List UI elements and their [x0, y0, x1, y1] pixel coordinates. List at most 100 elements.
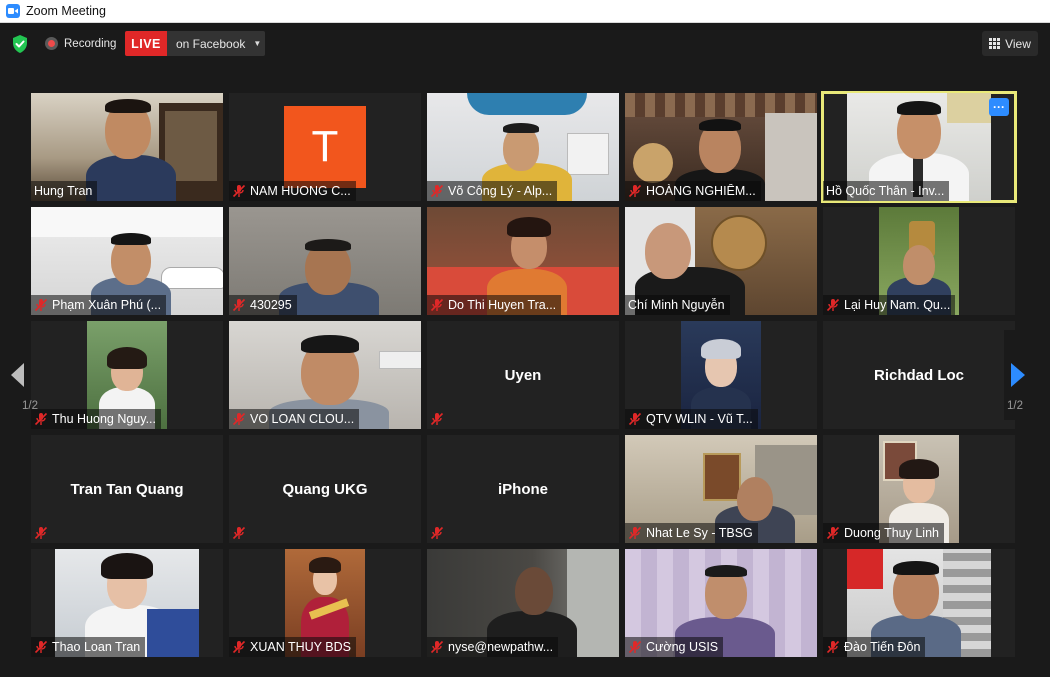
- mic-off-icon: [826, 298, 840, 312]
- participant-name: Phạm Xuân Phú (...: [52, 298, 162, 312]
- participant-name: 430295: [250, 298, 292, 312]
- participant-display-name: Uyen: [504, 366, 542, 384]
- participant-name-label: Cường USIS: [625, 637, 724, 657]
- participant-name-label: NAM HUONG C...: [229, 181, 356, 201]
- participant-name: Đào Tiến Đôn: [844, 640, 921, 654]
- mic-off-icon: [628, 412, 642, 426]
- view-label: View: [1005, 36, 1031, 51]
- participant-name-label: Duong Thuy Linh: [823, 523, 944, 543]
- participant-name: Cường USIS: [646, 640, 719, 654]
- participant-tile[interactable]: Phạm Xuân Phú (...: [31, 207, 223, 315]
- participant-tile[interactable]: Chí Minh Nguyễn: [625, 207, 817, 315]
- participant-tile[interactable]: Hung Tran: [31, 93, 223, 201]
- mic-off-icon: [34, 640, 48, 654]
- participant-tile[interactable]: T NAM HUONG C...: [229, 93, 421, 201]
- participant-name: Võ Công Lý - Alp...: [448, 184, 553, 198]
- participant-tile[interactable]: Nhat Le Sy - TBSG: [625, 435, 817, 543]
- participant-tile[interactable]: Thu Huong Nguy...: [31, 321, 223, 429]
- participant-avatar: T: [284, 106, 366, 188]
- participant-tile-active-speaker[interactable]: ··· Hồ Quốc Thân - Inv...: [821, 91, 1017, 203]
- participant-tile[interactable]: 430295: [229, 207, 421, 315]
- gallery-view: Hung Tran T NAM HUONG C... Võ Công Lý - …: [0, 65, 1050, 677]
- mic-off-icon: [34, 298, 48, 312]
- participant-name: nyse@newpathw...: [448, 640, 554, 654]
- participant-name-label: Do Thi Huyen Tra...: [427, 295, 562, 315]
- page-indicator-left: 1/2: [22, 400, 38, 412]
- participant-name-label: HOÀNG NGHIÊM...: [625, 181, 761, 201]
- participant-name-label: Hồ Quốc Thân - Inv...: [823, 181, 950, 201]
- participant-name: NAM HUONG C...: [250, 184, 351, 198]
- mic-off-icon: [430, 640, 444, 654]
- participant-name: QTV WLIN - Vũ T...: [646, 412, 753, 426]
- dropdown-caret-icon: ▼: [253, 39, 262, 48]
- stream-target-label: on Facebook: [176, 36, 246, 51]
- mic-off-icon: [430, 184, 444, 198]
- participant-name-label: Thao Loan Tran: [31, 637, 146, 657]
- participant-name-label: VO LOAN CLOU...: [229, 409, 360, 429]
- participant-name-label: Võ Công Lý - Alp...: [427, 181, 558, 201]
- participant-tile[interactable]: Do Thi Huyen Tra...: [427, 207, 619, 315]
- zoom-app-icon: [6, 4, 20, 18]
- participant-tile[interactable]: VO LOAN CLOU...: [229, 321, 421, 429]
- security-shield-icon[interactable]: [10, 34, 30, 54]
- mic-off-icon: [430, 298, 444, 312]
- participant-name-label: Nhat Le Sy - TBSG: [625, 523, 758, 543]
- mic-off-icon: [628, 184, 642, 198]
- grid-view-icon: [989, 38, 1001, 49]
- participant-name-label: Lại Huy Nam. Qu...: [823, 295, 956, 315]
- participant-tile[interactable]: Richdad Loc: [823, 321, 1015, 429]
- participant-name-label: Hung Tran: [31, 181, 98, 201]
- recording-indicator[interactable]: Recording: [45, 37, 116, 50]
- participant-display-name: Richdad Loc: [873, 366, 964, 384]
- meeting-top-toolbar: Recording LIVE on Facebook ▼ View: [0, 23, 1050, 65]
- recording-label: Recording: [64, 37, 117, 50]
- participant-name: Nhat Le Sy - TBSG: [646, 526, 753, 540]
- participant-tile[interactable]: XUAN THUY BDS: [229, 549, 421, 657]
- mic-off-icon: [628, 640, 642, 654]
- participant-name-label: [427, 523, 453, 543]
- participant-tile[interactable]: Duong Thuy Linh: [823, 435, 1015, 543]
- participant-tile[interactable]: HOÀNG NGHIÊM...: [625, 93, 817, 201]
- participant-tile[interactable]: QTV WLIN - Vũ T...: [625, 321, 817, 429]
- mic-off-icon: [232, 184, 246, 198]
- participant-name: Thu Huong Nguy...: [52, 412, 156, 426]
- participant-name: Thao Loan Tran: [52, 640, 141, 654]
- view-button[interactable]: View: [982, 31, 1038, 56]
- participant-tile[interactable]: Võ Công Lý - Alp...: [427, 93, 619, 201]
- mic-off-icon: [430, 526, 444, 540]
- participant-name: XUAN THUY BDS: [250, 640, 351, 654]
- participant-tile[interactable]: iPhone: [427, 435, 619, 543]
- live-stream-dropdown[interactable]: on Facebook ▼: [167, 31, 265, 56]
- page-indicator-right: 1/2: [1007, 400, 1023, 412]
- participant-name-label: [31, 523, 57, 543]
- live-badge[interactable]: LIVE: [125, 31, 167, 56]
- participant-name: Lại Huy Nam. Qu...: [844, 298, 951, 312]
- participant-name: Do Thi Huyen Tra...: [448, 298, 557, 312]
- participant-tile[interactable]: Quang UKG: [229, 435, 421, 543]
- participant-name-label: nyse@newpathw...: [427, 637, 559, 657]
- participant-tile[interactable]: Tran Tan Quang: [31, 435, 223, 543]
- mic-off-icon: [430, 412, 444, 426]
- participant-name-label: QTV WLIN - Vũ T...: [625, 409, 758, 429]
- participant-name-label: 430295: [229, 295, 297, 315]
- participant-display-name: iPhone: [497, 480, 548, 498]
- participant-tile[interactable]: Thao Loan Tran: [31, 549, 223, 657]
- mic-off-icon: [232, 526, 246, 540]
- participant-name-label: Phạm Xuân Phú (...: [31, 295, 167, 315]
- participant-name: HOÀNG NGHIÊM...: [646, 184, 756, 198]
- more-options-icon[interactable]: ···: [989, 98, 1009, 116]
- recording-icon: [45, 37, 58, 50]
- participant-tile[interactable]: nyse@newpathw...: [427, 549, 619, 657]
- participant-display-name: Tran Tan Quang: [70, 480, 184, 498]
- participant-name-label: XUAN THUY BDS: [229, 637, 356, 657]
- participant-name-label: [229, 523, 255, 543]
- participant-tile[interactable]: Lại Huy Nam. Qu...: [823, 207, 1015, 315]
- participant-tile[interactable]: Đào Tiến Đôn: [823, 549, 1015, 657]
- mic-off-icon: [34, 526, 48, 540]
- mic-off-icon: [34, 412, 48, 426]
- participant-tile[interactable]: Cường USIS: [625, 549, 817, 657]
- participant-name-label: Đào Tiến Đôn: [823, 637, 926, 657]
- participant-tile[interactable]: Uyen: [427, 321, 619, 429]
- participant-name: Chí Minh Nguyễn: [628, 298, 725, 312]
- mic-off-icon: [826, 640, 840, 654]
